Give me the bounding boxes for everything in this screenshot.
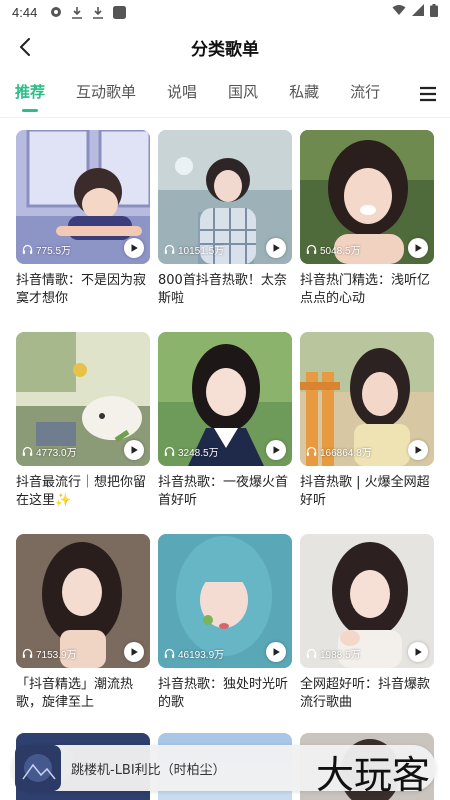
- play-count-text: 1988.5万: [320, 650, 361, 661]
- playlist-cover: 4773.0万: [16, 332, 150, 466]
- play-count-text: 775.5万: [36, 246, 72, 257]
- play-icon: [273, 446, 280, 454]
- play-button[interactable]: [408, 440, 428, 460]
- play-button[interactable]: [266, 440, 286, 460]
- playlist-card[interactable]: 3248.5万 抖音热歌：一夜爆火首首好听: [158, 332, 292, 510]
- playlist-title: 800首抖音热歌！太奈斯啦: [158, 273, 287, 306]
- playlist-cover: 166864.8万: [300, 332, 434, 466]
- back-arrow-icon[interactable]: [14, 36, 36, 58]
- playlist-title: 抖音热歌 | 火爆全网超好听: [300, 475, 430, 508]
- playlist-card[interactable]: 10151.5万 800首抖音热歌！太奈斯啦: [158, 130, 292, 308]
- category-tabs: 推荐 互动歌单 说唱 国风 私藏 流行: [0, 70, 450, 118]
- play-count: 10151.5万: [164, 242, 224, 257]
- play-icon: [415, 244, 422, 252]
- headphone-icon: [22, 244, 33, 255]
- playlist-cover: 1988.5万: [300, 534, 434, 668]
- headphone-icon: [22, 446, 33, 457]
- play-icon: [273, 244, 280, 252]
- playlist-title: 抖音热门精选：浅听亿点点的心动: [300, 273, 431, 306]
- play-icon: [131, 244, 138, 252]
- play-icon: [131, 648, 138, 656]
- play-button[interactable]: [124, 440, 144, 460]
- watermark-logo: 大玩客: [312, 748, 444, 797]
- tab-chinese-style[interactable]: 国风: [228, 70, 258, 118]
- play-count-text: 46193.9万: [178, 650, 225, 661]
- playlist-cover: 7153.9万: [16, 534, 150, 668]
- album-art[interactable]: [15, 745, 61, 791]
- playlist-cover: 3248.5万: [158, 332, 292, 466]
- tab-rap[interactable]: 说唱: [167, 70, 197, 118]
- play-count-text: 3248.5万: [178, 448, 219, 459]
- menu-icon[interactable]: [418, 84, 438, 104]
- play-icon: [273, 648, 280, 656]
- play-icon: [415, 648, 422, 656]
- play-button[interactable]: [124, 642, 144, 662]
- tab-pop[interactable]: 流行: [350, 70, 380, 118]
- play-count: 775.5万: [22, 242, 71, 257]
- playlist-title: 全网超好听：抖音爆款流行歌曲: [300, 677, 431, 710]
- play-count-text: 7153.9万: [36, 650, 77, 661]
- play-button[interactable]: [408, 238, 428, 258]
- playlist-card[interactable]: 4773.0万 抖音最流行｜想把你留在这里✨: [16, 332, 150, 510]
- play-count: 1988.5万: [306, 646, 361, 661]
- play-count: 46193.9万: [164, 646, 224, 661]
- playlist-card[interactable]: 7153.9万 「抖音精选」潮流热歌，旋律至上: [16, 534, 150, 712]
- download-icon: [91, 5, 105, 19]
- playlist-title: 抖音最流行｜想把你留在这里✨: [16, 475, 147, 508]
- page-title: 分类歌单: [191, 39, 259, 60]
- tab-recommend[interactable]: 推荐: [15, 70, 45, 118]
- playlist-cover: 775.5万: [16, 130, 150, 264]
- playlist-card[interactable]: 1988.5万 全网超好听：抖音爆款流行歌曲: [300, 534, 434, 712]
- headphone-icon: [306, 446, 317, 457]
- play-icon: [415, 446, 422, 454]
- play-button[interactable]: [408, 642, 428, 662]
- play-button[interactable]: [266, 238, 286, 258]
- watermark-text: 大玩客: [316, 753, 430, 796]
- playlist-title: 抖音情歌：不是因为寂寞才想你: [16, 273, 147, 306]
- headphone-icon: [164, 244, 175, 255]
- headphone-icon: [306, 244, 317, 255]
- top-bar: 分类歌单: [0, 24, 450, 70]
- status-bar: 4:44: [0, 0, 450, 24]
- play-count: 5048.5万: [306, 242, 361, 257]
- playlist-title: 抖音热歌：独处时光听的歌: [158, 677, 289, 710]
- playlist-card[interactable]: 166864.8万 抖音热歌 | 火爆全网超好听: [300, 332, 434, 510]
- play-count-text: 10151.5万: [178, 246, 225, 257]
- playlist-cover: 5048.5万: [300, 130, 434, 264]
- status-time: 4:44: [12, 4, 38, 20]
- playlist-card[interactable]: 775.5万 抖音情歌：不是因为寂寞才想你: [16, 130, 150, 308]
- playlist-card[interactable]: 46193.9万 抖音热歌：独处时光听的歌: [158, 534, 292, 712]
- headphone-icon: [164, 446, 175, 457]
- headphone-icon: [22, 648, 33, 659]
- headphone-icon: [164, 648, 175, 659]
- status-right: [392, 3, 438, 21]
- play-count: 3248.5万: [164, 444, 219, 459]
- now-playing-song[interactable]: 跳楼机-LBI利比（时柏尘）: [71, 759, 226, 778]
- playlist-cover: 10151.5万: [158, 130, 292, 264]
- playlist-title: 「抖音精选」潮流热歌，旋律至上: [16, 677, 134, 710]
- app-status-icon: [112, 5, 126, 19]
- battery-icon: [430, 3, 438, 21]
- tab-interactive-playlist[interactable]: 互动歌单: [76, 70, 136, 118]
- tab-private[interactable]: 私藏: [289, 70, 319, 118]
- play-button[interactable]: [266, 642, 286, 662]
- settings-status-icon: [49, 5, 63, 19]
- play-count-text: 4773.0万: [36, 448, 77, 459]
- play-icon: [131, 446, 138, 454]
- play-count: 4773.0万: [22, 444, 77, 459]
- download-icon: [70, 5, 84, 19]
- wifi-icon: [392, 4, 406, 20]
- play-count: 166864.8万: [306, 444, 372, 459]
- playlist-cover: 46193.9万: [158, 534, 292, 668]
- play-button[interactable]: [124, 238, 144, 258]
- play-count: 7153.9万: [22, 646, 77, 661]
- play-count-text: 166864.8万: [320, 448, 372, 459]
- play-count-text: 5048.5万: [320, 246, 361, 257]
- playlist-title: 抖音热歌：一夜爆火首首好听: [158, 475, 289, 508]
- signal-icon: [412, 4, 424, 20]
- playlist-card[interactable]: 5048.5万 抖音热门精选：浅听亿点点的心动: [300, 130, 434, 308]
- headphone-icon: [306, 648, 317, 659]
